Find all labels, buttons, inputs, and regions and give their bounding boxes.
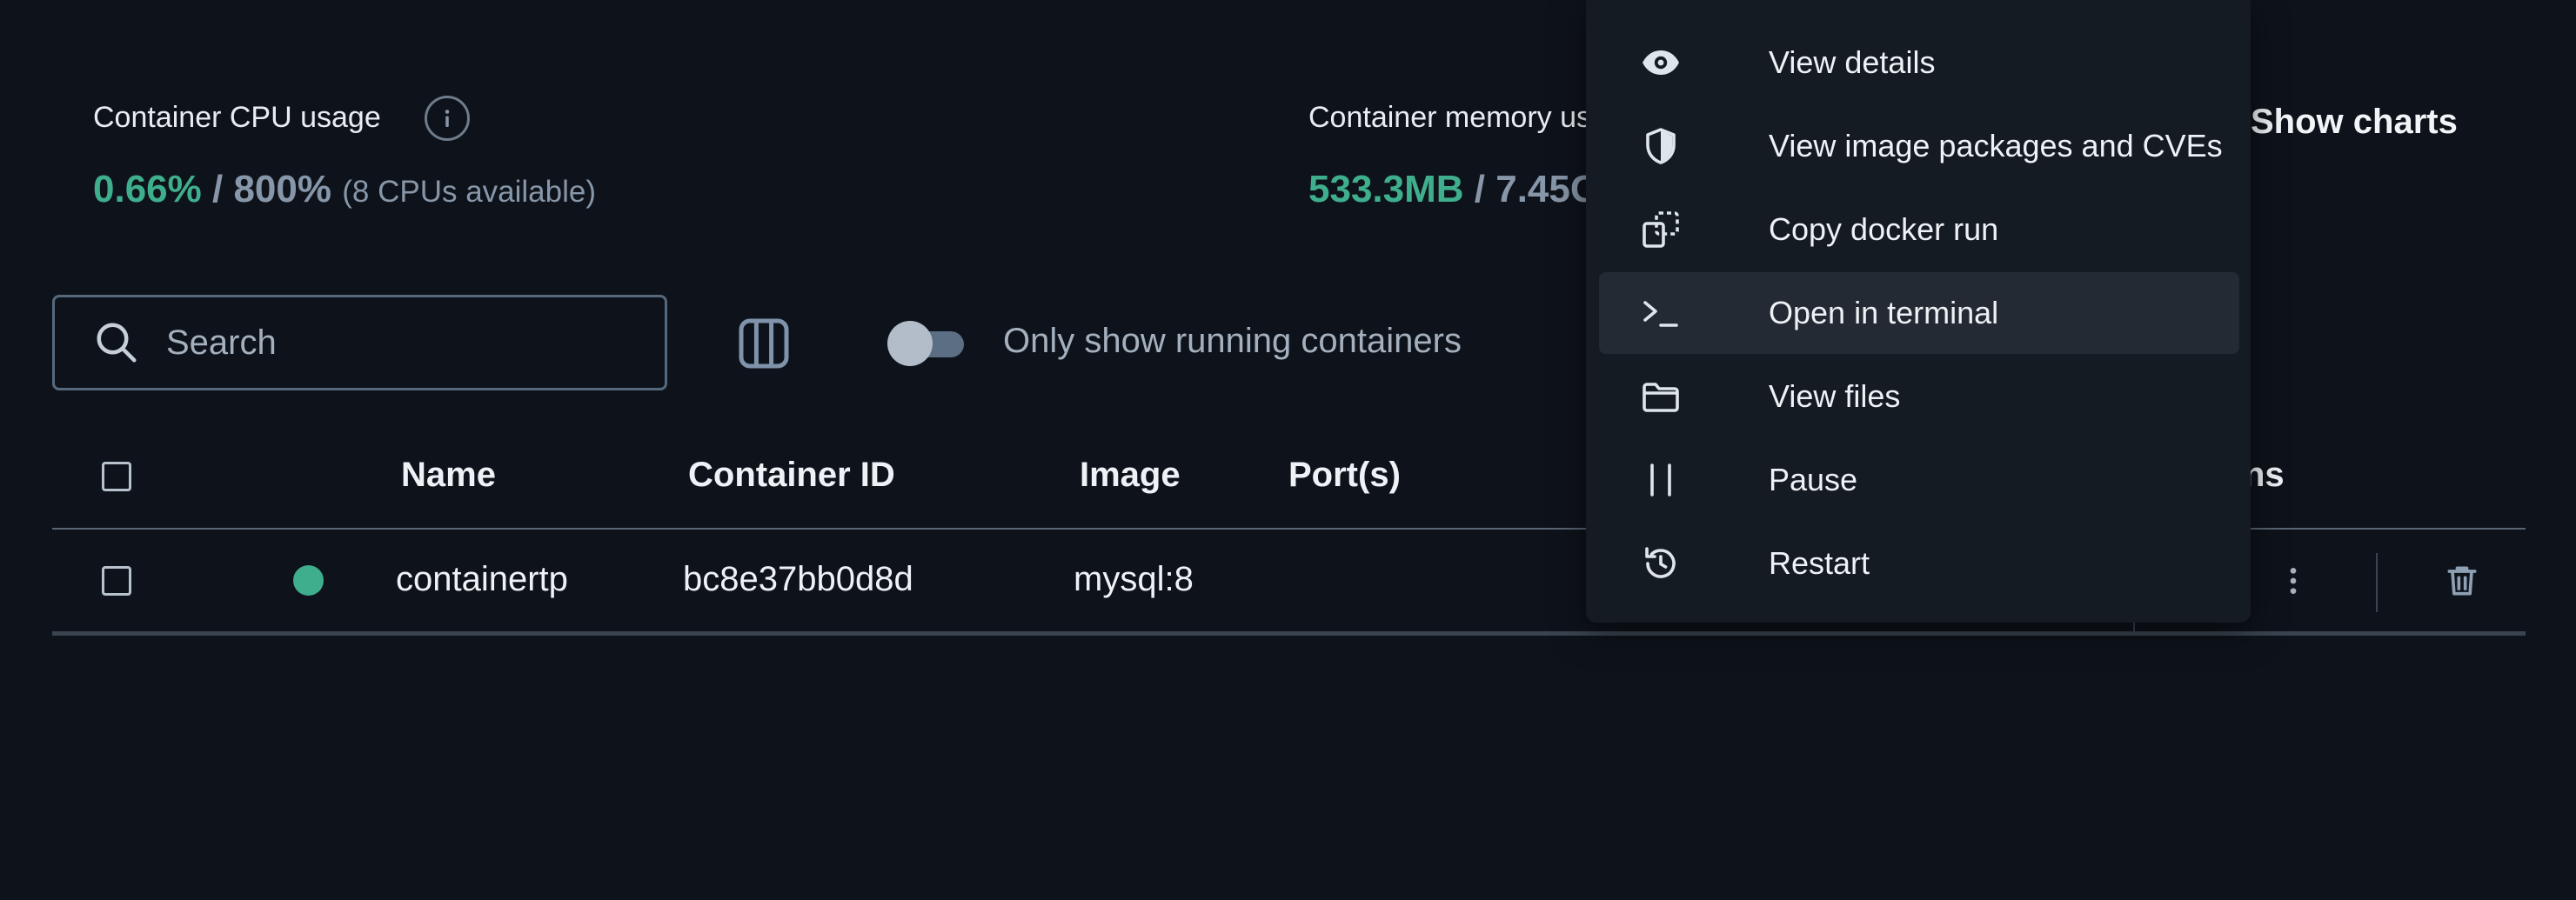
row-checkbox[interactable] [102,566,131,596]
container-image[interactable]: mysql:8 [1074,560,1194,599]
container-actions-menu: View details View image packages and CVE… [1586,0,2251,623]
menu-label: Copy docker run [1769,211,1999,247]
memory-usage-value: 533.3MB / 7.45GB [1308,168,1628,211]
status-running-icon [293,565,324,596]
shield-icon [1640,125,1682,167]
containers-page: Container CPU usage 0.66% / 800% (8 CPUs… [0,0,2576,900]
more-options-icon[interactable] [2276,563,2311,598]
menu-item-view-details[interactable]: View details [1599,22,2239,103]
show-charts-button[interactable]: Show charts [2251,103,2458,142]
cpu-separator: / [201,168,234,210]
terminal-icon [1640,292,1682,334]
memory-used: 533.3MB [1308,168,1464,210]
menu-label: View files [1769,378,1901,414]
cpu-usage-value: 0.66% / 800% (8 CPUs available) [93,168,596,211]
eye-icon [1640,42,1682,83]
cpu-used: 0.66% [93,168,202,210]
container-name[interactable]: containertp [396,560,568,599]
search-icon [93,319,140,366]
menu-item-pause[interactable]: Pause [1599,439,2239,521]
container-id: bc8e37bb0d8d [683,560,913,598]
column-header-image[interactable]: Image [1080,456,1181,495]
menu-item-copy-docker-run[interactable]: Copy docker run [1599,189,2239,270]
columns-icon[interactable] [736,316,792,371]
menu-label: Pause [1769,462,1858,497]
copy-icon [1640,209,1682,250]
menu-item-view-image-packages[interactable]: View image packages and CVEs [1599,105,2239,187]
cpu-total: 800% [233,168,331,210]
cpu-usage-label: Container CPU usage [93,101,381,134]
table-bottom-border [52,631,2526,636]
menu-item-restart[interactable]: Restart [1599,523,2239,604]
action-divider [2376,553,2378,612]
menu-item-open-in-terminal[interactable]: Open in terminal [1599,272,2239,354]
memory-separator: / [1463,168,1496,210]
cpu-note: (8 CPUs available) [342,175,597,209]
menu-label: Restart [1769,545,1870,581]
menu-item-view-files[interactable]: View files [1599,356,2239,437]
menu-label: View details [1769,44,1936,80]
menu-label: View image packages and CVEs [1769,128,2223,163]
menu-label: Open in terminal [1769,295,1999,330]
search-field[interactable] [52,295,667,390]
pause-icon [1640,459,1682,501]
info-icon[interactable] [425,96,470,141]
select-all-checkbox[interactable] [102,462,131,491]
delete-icon[interactable] [2443,562,2481,600]
restart-icon [1640,543,1682,584]
column-header-ports[interactable]: Port(s) [1288,456,1401,495]
search-input[interactable] [164,322,655,363]
running-toggle-knob[interactable] [887,321,933,366]
running-toggle-label: Only show running containers [1003,322,1462,360]
column-header-name[interactable]: Name [401,456,496,495]
folder-icon [1640,376,1682,417]
column-header-container-id[interactable]: Container ID [688,456,895,495]
